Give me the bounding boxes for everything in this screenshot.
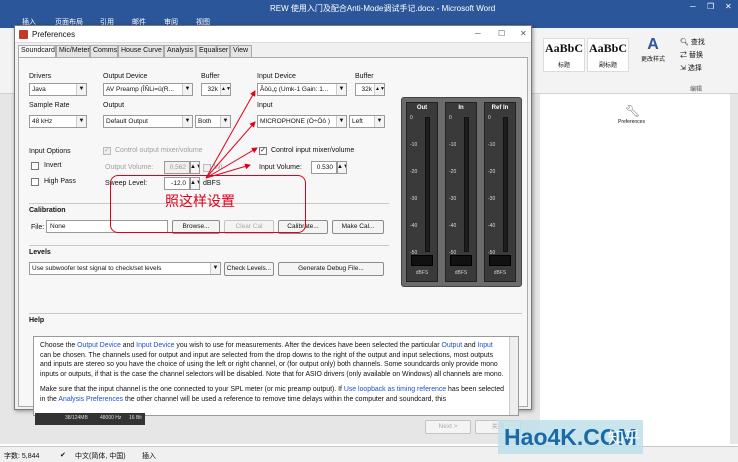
annotation-arrow: [205, 121, 256, 179]
watermark-credit: 知乎 @晴天: [608, 430, 693, 447]
annotation-arrow: [205, 90, 256, 179]
annotation-arrows: [205, 90, 258, 179]
sample-rate-status: 48000 Hz: [100, 415, 122, 421]
bit-depth-status: 16 Bit: [129, 415, 142, 421]
annotation-arrow: [205, 147, 258, 179]
background-status-strip: 38/124MB 48000 Hz 16 Bit: [35, 413, 145, 425]
memory-usage: 38/124MB: [65, 415, 88, 421]
